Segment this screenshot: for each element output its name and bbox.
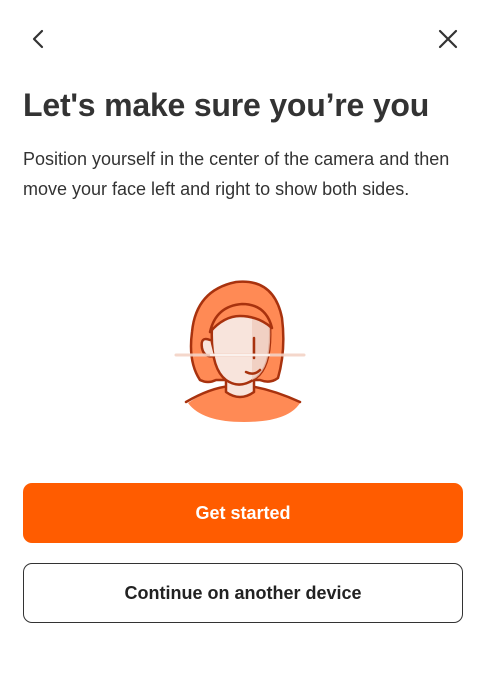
back-button[interactable]: [23, 23, 55, 55]
chevron-left-icon: [32, 29, 44, 49]
face-scan-illustration: [170, 276, 310, 426]
top-bar: [0, 0, 483, 78]
instructions-text: Position yourself in the center of the c…: [23, 149, 450, 199]
close-button[interactable]: [432, 23, 464, 55]
continue-on-another-device-button[interactable]: Continue on another device: [23, 563, 463, 623]
close-icon: [438, 29, 458, 49]
get-started-button[interactable]: Get started: [23, 483, 463, 543]
page-title: Let's make sure you’re you: [23, 87, 430, 123]
